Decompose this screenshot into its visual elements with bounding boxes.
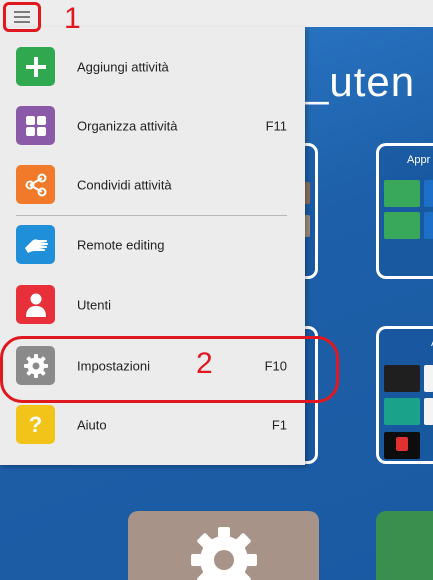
question-icon: ? xyxy=(16,405,55,444)
menu-line xyxy=(14,21,30,23)
menu-item-label: Aggiungi attività xyxy=(77,59,169,74)
menu-item-aggiungi-attivita[interactable]: Aggiungi attività xyxy=(0,37,305,96)
plus-icon xyxy=(16,47,55,86)
menu-item-condividi-attivita[interactable]: Condividi attività xyxy=(0,155,305,214)
menu-item-shortcut: F1 xyxy=(271,417,287,432)
menu-item-remote-editing[interactable]: Remote editing xyxy=(0,215,305,274)
background-card-label: Appr xyxy=(407,154,431,166)
annotation-highlight-ring xyxy=(0,336,339,403)
menu-item-shortcut: F11 xyxy=(265,118,287,133)
hand-icon xyxy=(16,225,55,264)
menu-toggle-button[interactable] xyxy=(3,2,41,32)
background-card-right-top[interactable]: Appr xyxy=(376,143,433,279)
menu-item-utenti[interactable]: Utenti xyxy=(0,275,305,334)
background-green-tile[interactable] xyxy=(376,511,433,580)
background-tile xyxy=(424,398,433,425)
background-tile xyxy=(384,212,420,239)
background-tile xyxy=(384,180,420,207)
menu-line xyxy=(14,16,30,18)
menu-item-label: Condividi attività xyxy=(77,177,172,192)
user-icon xyxy=(16,285,55,324)
background-tile xyxy=(384,365,420,392)
background-tile xyxy=(424,180,433,207)
menu-item-label: Remote editing xyxy=(77,237,165,252)
gear-icon xyxy=(191,527,257,580)
share-icon xyxy=(16,165,55,204)
menu-item-label: Utenti xyxy=(77,297,111,312)
background-tile xyxy=(384,398,420,425)
background-tile xyxy=(424,365,433,392)
annotation-marker-1: 1 xyxy=(64,2,81,35)
background-settings-tile[interactable] xyxy=(128,511,319,580)
background-tile xyxy=(396,437,408,451)
menu-item-label: Aiuto xyxy=(77,417,107,432)
menu-item-aiuto[interactable]: ? Aiuto F1 xyxy=(0,395,305,454)
background-tile xyxy=(424,212,433,239)
grid-icon xyxy=(16,106,55,145)
menu-line xyxy=(14,11,30,13)
menu-item-label: Organizza attività xyxy=(77,118,178,133)
menu-item-organizza-attivita[interactable]: Organizza attività F11 xyxy=(0,96,305,155)
